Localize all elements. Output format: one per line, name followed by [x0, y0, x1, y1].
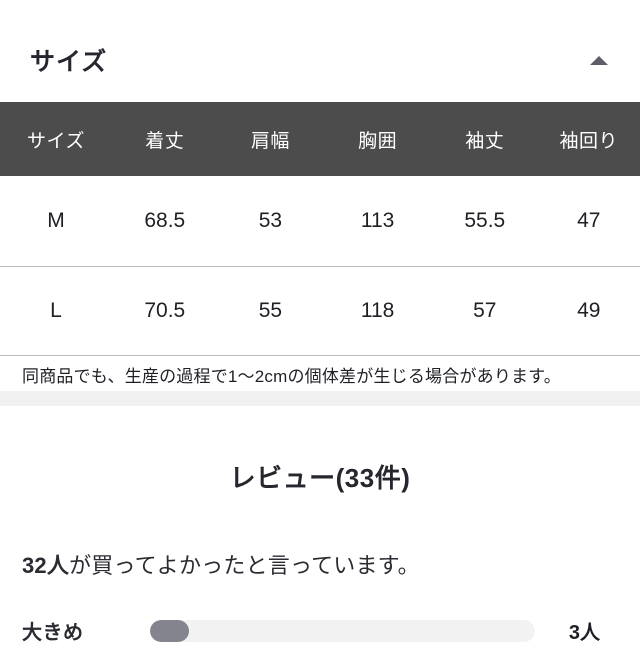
rating-bar-fill [150, 619, 189, 642]
reviews-title: レビュー(33件) [229, 463, 411, 493]
cell-sleeve-round: 47 [537, 176, 640, 267]
section-divider [0, 391, 640, 406]
table-row: L 70.5 55 118 57 49 [0, 266, 640, 356]
cell-sleeve: 55.5 [431, 176, 538, 267]
cell-length: 70.5 [112, 266, 218, 356]
rating-label: 大きめ [22, 622, 84, 644]
rating-count: 3人 [568, 622, 600, 644]
size-table-body: M 68.5 53 113 55.5 47 L 70.5 55 118 57 4… [0, 176, 640, 356]
table-header-row: サイズ 着丈 肩幅 胸囲 袖丈 袖回り [0, 102, 640, 176]
column-header-size: サイズ [27, 130, 85, 152]
size-disclaimer-note: 同商品でも、生産の過程で1〜2cmの個体差が生じる場合があります。 [22, 367, 561, 386]
cell-shoulder: 53 [217, 176, 324, 267]
cell-chest: 113 [323, 176, 432, 267]
cell-shoulder: 55 [217, 266, 324, 356]
collapse-toggle-button[interactable] [582, 43, 616, 77]
cell-size: L [0, 266, 112, 356]
cell-length: 68.5 [112, 176, 218, 267]
column-header-sleeve-round: 袖回り [559, 130, 619, 152]
column-header-chest: 胸囲 [358, 130, 398, 152]
rating-bar-track [150, 619, 535, 642]
column-header-shoulder: 肩幅 [250, 130, 290, 152]
reviews-summary: 32人が買ってよかったと言っています。 [22, 548, 618, 580]
reviews-summary-text: が買ってよかったと言っています。 [69, 553, 420, 578]
size-table-head: サイズ 着丈 肩幅 胸囲 袖丈 袖回り [0, 102, 640, 176]
cell-size: M [0, 176, 112, 267]
column-header-length: 着丈 [145, 130, 185, 152]
reviews-section: レビュー(33件) 32人が買ってよかったと言っています。 大きめ 3人 [0, 458, 640, 645]
table-row: M 68.5 53 113 55.5 47 [0, 176, 640, 267]
rating-row-large: 大きめ 3人 [22, 616, 618, 645]
reviews-summary-count: 32人 [22, 553, 70, 578]
column-header-sleeve: 袖丈 [465, 130, 505, 152]
page-title: サイズ [30, 48, 108, 76]
cell-sleeve-round: 49 [537, 266, 640, 356]
cell-sleeve: 57 [431, 266, 538, 356]
size-section-header[interactable]: サイズ [0, 18, 640, 102]
size-section: サイズ サイズ 着丈 肩幅 胸囲 袖丈 袖回り M 68.5 53 113 55… [0, 18, 640, 391]
cell-chest: 118 [323, 266, 432, 356]
caret-up-icon [590, 55, 608, 65]
size-table: サイズ 着丈 肩幅 胸囲 袖丈 袖回り M 68.5 53 113 55.5 4… [0, 102, 640, 356]
